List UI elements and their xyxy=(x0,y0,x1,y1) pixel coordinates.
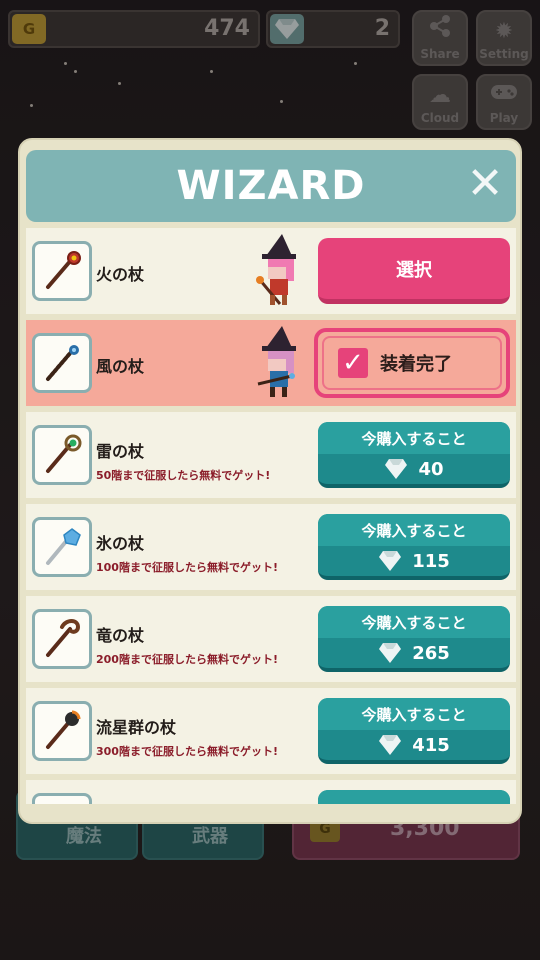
wind-staff-icon xyxy=(32,333,92,393)
price-value: 265 xyxy=(412,642,450,664)
buy-label: 今購入すること xyxy=(318,514,510,546)
modal-header: WIZARD ✕ xyxy=(26,150,516,222)
buy-button[interactable]: 今購入すること 40 xyxy=(318,422,510,488)
meteor-staff-icon xyxy=(32,701,92,761)
list-item: 火の杖 選択 xyxy=(26,228,516,314)
diamond-icon xyxy=(379,735,402,755)
item-name: 火の杖 xyxy=(96,265,145,284)
wizard-character-wind xyxy=(252,326,304,402)
buy-label: 今購入すること xyxy=(318,698,510,730)
buy-button[interactable]: 今購入すること 265 xyxy=(318,606,510,672)
unlock-hint: 300階まで征服したら無料でゲット! xyxy=(96,745,278,758)
staff-icon xyxy=(32,793,92,804)
price-value: 40 xyxy=(418,458,444,480)
diamond-icon xyxy=(379,551,402,571)
dragon-staff-icon xyxy=(32,609,92,669)
list-item: 風の杖 ✓ 装着完了 xyxy=(26,320,516,406)
item-name: 雷の杖 xyxy=(96,442,145,461)
item-name: 風の杖 xyxy=(96,357,145,376)
unlock-hint: 50階まで征服したら無料でゲット! xyxy=(96,469,271,482)
buy-label: 今購入すること xyxy=(318,422,510,454)
staff-list[interactable]: 火の杖 選択 風の杖 ✓ 装着完了 雷の杖 50階まで征服したら無料でゲット! … xyxy=(26,228,516,804)
select-button[interactable]: 選択 xyxy=(318,238,510,304)
list-item: 雷の杖 50階まで征服したら無料でゲット! 今購入すること 40 xyxy=(26,412,516,498)
checkmark-icon: ✓ xyxy=(338,348,368,378)
diamond-icon xyxy=(379,643,402,663)
item-name: 流星群の杖 xyxy=(96,718,177,737)
list-item: 流星群の杖 300階まで征服したら無料でゲット! 今購入すること 415 xyxy=(26,688,516,774)
select-label: 選択 xyxy=(396,259,432,281)
diamond-icon xyxy=(385,459,408,479)
buy-button[interactable] xyxy=(318,790,510,804)
ice-staff-icon xyxy=(32,517,92,577)
list-item xyxy=(26,780,516,804)
unlock-hint: 100階まで征服したら無料でゲット! xyxy=(96,561,278,574)
item-name: 氷の杖 xyxy=(96,534,145,553)
price-value: 415 xyxy=(412,734,450,756)
buy-label: 今購入すること xyxy=(318,606,510,638)
close-icon[interactable]: ✕ xyxy=(464,162,506,206)
item-name: 竜の杖 xyxy=(96,626,145,645)
price-value: 115 xyxy=(412,550,450,572)
equipped-button[interactable]: ✓ 装着完了 xyxy=(314,328,510,398)
equipped-label: 装着完了 xyxy=(380,354,452,375)
list-item: 氷の杖 100階まで征服したら無料でゲット! 今購入すること 115 xyxy=(26,504,516,590)
thunder-staff-icon xyxy=(32,425,92,485)
list-item: 竜の杖 200階まで征服したら無料でゲット! 今購入すること 265 xyxy=(26,596,516,682)
wizard-character-fire xyxy=(252,234,304,310)
buy-button[interactable]: 今購入すること 115 xyxy=(318,514,510,580)
modal-title: WIZARD xyxy=(176,163,366,209)
fire-staff-icon xyxy=(32,241,92,301)
unlock-hint: 200階まで征服したら無料でゲット! xyxy=(96,653,278,666)
wizard-modal: WIZARD ✕ 火の杖 選択 風の杖 ✓ 装着完了 雷の杖 50階まで征服した… xyxy=(18,138,522,824)
buy-button[interactable]: 今購入すること 415 xyxy=(318,698,510,764)
